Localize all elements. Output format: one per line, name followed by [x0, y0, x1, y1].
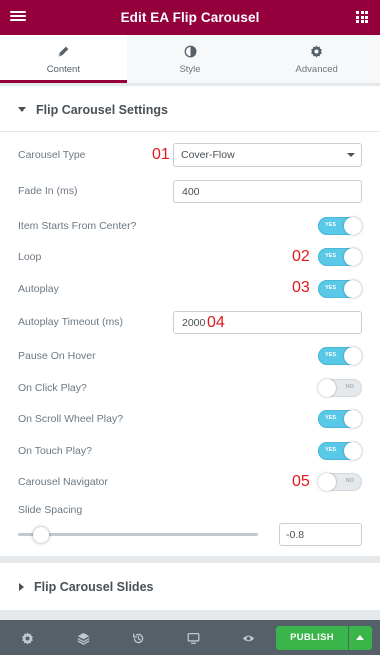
- pause-on-hover-label: Pause On Hover: [18, 350, 96, 362]
- toggle-text: NO: [345, 478, 354, 484]
- toggle-knob: [344, 280, 362, 298]
- layers-icon[interactable]: [74, 629, 92, 647]
- toggle-knob: [318, 379, 336, 397]
- slide-spacing-slider-track[interactable]: [18, 533, 258, 536]
- editor-panel: Edit EA Flip Carousel Content Style Adva…: [0, 0, 380, 655]
- on-touch-play-label: On Touch Play?: [18, 445, 92, 457]
- marker-01: 01: [152, 146, 170, 163]
- toggle-text: YES: [325, 222, 337, 228]
- slide-spacing-input[interactable]: -0.8: [279, 523, 362, 546]
- item-starts-center-label: Item Starts From Center?: [18, 220, 137, 232]
- slide-spacing-label: Slide Spacing: [18, 504, 83, 516]
- tab-style-label: Style: [179, 64, 201, 75]
- toggle-knob: [344, 347, 362, 365]
- tab-content-label: Content: [46, 64, 80, 75]
- marker-02: 02: [292, 248, 310, 265]
- gear-icon: [253, 45, 380, 61]
- eye-icon[interactable]: [239, 629, 257, 647]
- toggle-knob: [344, 410, 362, 428]
- grid-icon[interactable]: [356, 11, 368, 23]
- autoplay-timeout-label: Autoplay Timeout (ms): [18, 316, 124, 328]
- toggle-text: YES: [325, 415, 337, 421]
- chevron-up-icon: [356, 635, 364, 640]
- autoplay-label: Autoplay: [18, 283, 59, 295]
- toggle-text: YES: [325, 447, 337, 453]
- marker-04: 04: [207, 314, 225, 331]
- marker-03: 03: [292, 279, 310, 296]
- on-click-play-label: On Click Play?: [18, 382, 87, 394]
- toggle-knob: [344, 442, 362, 460]
- contrast-icon: [127, 45, 254, 61]
- toggle-text: YES: [325, 285, 337, 291]
- caret-down-icon: [18, 107, 26, 112]
- section-title: Flip Carousel Settings: [36, 102, 168, 117]
- pencil-icon: [0, 45, 127, 61]
- slide-spacing-value: -0.8: [286, 529, 305, 541]
- toggle-text: YES: [325, 352, 337, 358]
- on-click-play-toggle[interactable]: NO: [318, 379, 362, 397]
- toggle-knob: [344, 217, 362, 235]
- panel-title: Edit EA Flip Carousel: [120, 10, 260, 25]
- desktop-icon[interactable]: [184, 629, 202, 647]
- fade-in-value: 400: [182, 186, 200, 198]
- section-flip-carousel-slides[interactable]: Flip Carousel Slides: [0, 563, 380, 610]
- autoplay-timeout-input[interactable]: 2000: [173, 311, 362, 334]
- item-starts-center-toggle[interactable]: YES: [318, 217, 362, 235]
- on-scroll-wheel-play-label: On Scroll Wheel Play?: [18, 413, 124, 425]
- fade-in-input[interactable]: 400: [173, 180, 362, 203]
- toggle-text: NO: [345, 384, 354, 390]
- carousel-type-value: Cover-Flow: [181, 149, 235, 161]
- toggle-knob: [318, 473, 336, 491]
- carousel-type-label: Carousel Type: [18, 149, 86, 161]
- publish-options-button[interactable]: [349, 626, 372, 650]
- fade-in-label: Fade In (ms): [18, 185, 78, 197]
- pause-on-hover-toggle[interactable]: YES: [318, 347, 362, 365]
- slide-spacing-slider-handle[interactable]: [33, 527, 49, 543]
- publish-button[interactable]: PUBLISH: [276, 626, 348, 650]
- loop-toggle[interactable]: YES: [318, 248, 362, 266]
- tab-advanced[interactable]: Advanced: [253, 35, 380, 83]
- tab-advanced-label: Advanced: [295, 64, 338, 75]
- hamburger-icon[interactable]: [10, 9, 26, 25]
- toggle-knob: [344, 248, 362, 266]
- section-flip-carousel-settings[interactable]: Flip Carousel Settings: [0, 86, 380, 133]
- tab-content[interactable]: Content: [0, 35, 127, 83]
- caret-right-icon: [19, 582, 24, 591]
- panel-footer: PUBLISH: [0, 620, 380, 655]
- panel-tabs: Content Style Advanced: [0, 35, 380, 84]
- history-icon[interactable]: [129, 629, 147, 647]
- autoplay-toggle[interactable]: YES: [318, 280, 362, 298]
- toggle-text: YES: [325, 253, 337, 259]
- tab-style[interactable]: Style: [126, 35, 254, 83]
- autoplay-timeout-value: 2000: [182, 317, 206, 329]
- carousel-type-select[interactable]: Cover-Flow: [173, 143, 362, 167]
- on-scroll-wheel-play-toggle[interactable]: YES: [318, 410, 362, 428]
- on-touch-play-toggle[interactable]: YES: [318, 442, 362, 460]
- carousel-navigator-label: Carousel Navigator: [18, 476, 108, 488]
- marker-05: 05: [292, 473, 310, 490]
- loop-label: Loop: [18, 251, 42, 263]
- chevron-down-icon: [347, 153, 355, 157]
- gear-icon[interactable]: [18, 629, 36, 647]
- section-title: Flip Carousel Slides: [34, 579, 154, 594]
- panel-header: Edit EA Flip Carousel: [0, 0, 380, 35]
- carousel-navigator-toggle[interactable]: NO: [318, 473, 362, 491]
